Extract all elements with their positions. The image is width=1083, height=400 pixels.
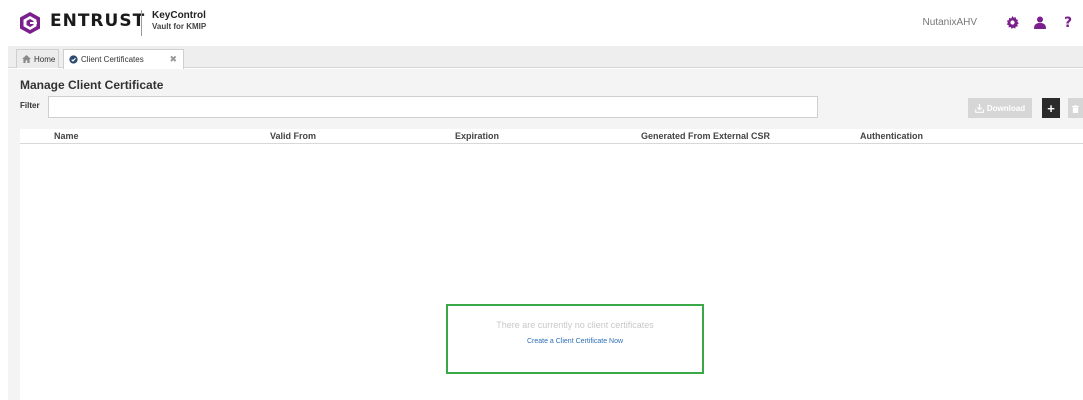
tab-home[interactable]: Home <box>16 49 59 68</box>
help-icon[interactable]: ? <box>1061 15 1075 29</box>
delete-button[interactable] <box>1068 98 1083 118</box>
download-label: Download <box>986 103 1026 113</box>
certificate-icon <box>69 55 78 64</box>
gear-icon[interactable] <box>1005 15 1019 29</box>
column-header-external-csr[interactable]: Generated From External CSR <box>641 131 770 141</box>
product-subtitle: Vault for KMIP <box>152 22 207 31</box>
page-title: Manage Client Certificate <box>20 78 164 92</box>
table-header: Name Valid From Expiration Generated Fro… <box>20 129 1083 144</box>
main-content: Manage Client Certificate Filter Downloa… <box>8 69 1083 400</box>
user-icon[interactable] <box>1033 15 1047 29</box>
empty-state-message: There are currently no client certificat… <box>496 320 654 330</box>
certificates-table: Name Valid From Expiration Generated Fro… <box>20 129 1083 400</box>
add-certificate-button[interactable]: + <box>1042 98 1060 118</box>
home-icon <box>22 55 31 63</box>
tab-client-certificates[interactable]: Client Certificates ✖ <box>63 49 184 69</box>
filter-label: Filter <box>20 101 40 110</box>
product-title: KeyControl <box>152 10 206 21</box>
brand-name: ENTRUST <box>50 11 146 31</box>
download-icon <box>975 103 984 113</box>
download-button[interactable]: Download <box>968 98 1032 118</box>
header-toolbar: NutanixAHV ? <box>923 15 1075 29</box>
close-tab-icon[interactable]: ✖ <box>169 54 177 65</box>
filter-input[interactable] <box>48 96 818 118</box>
column-header-name[interactable]: Name <box>54 131 79 141</box>
column-header-authentication[interactable]: Authentication <box>860 131 923 141</box>
app-header: ENTRUST KeyControl Vault for KMIP Nutani… <box>0 0 1083 46</box>
tab-client-certificates-label: Client Certificates <box>81 55 144 64</box>
trash-icon <box>1072 101 1079 116</box>
empty-state: There are currently no client certificat… <box>446 304 704 374</box>
tab-bar: Home Client Certificates ✖ <box>8 46 1083 69</box>
tab-home-label: Home <box>34 54 56 64</box>
create-certificate-link[interactable]: Create a Client Certificate Now <box>527 338 623 345</box>
svg-text:?: ? <box>1064 15 1072 29</box>
column-header-valid-from[interactable]: Valid From <box>270 131 316 141</box>
brand-divider <box>141 10 142 36</box>
column-header-expiration[interactable]: Expiration <box>455 131 499 141</box>
entrust-logo-icon <box>18 11 42 35</box>
product-name: KeyControl Vault for KMIP <box>152 10 206 32</box>
current-username[interactable]: NutanixAHV <box>923 17 977 28</box>
